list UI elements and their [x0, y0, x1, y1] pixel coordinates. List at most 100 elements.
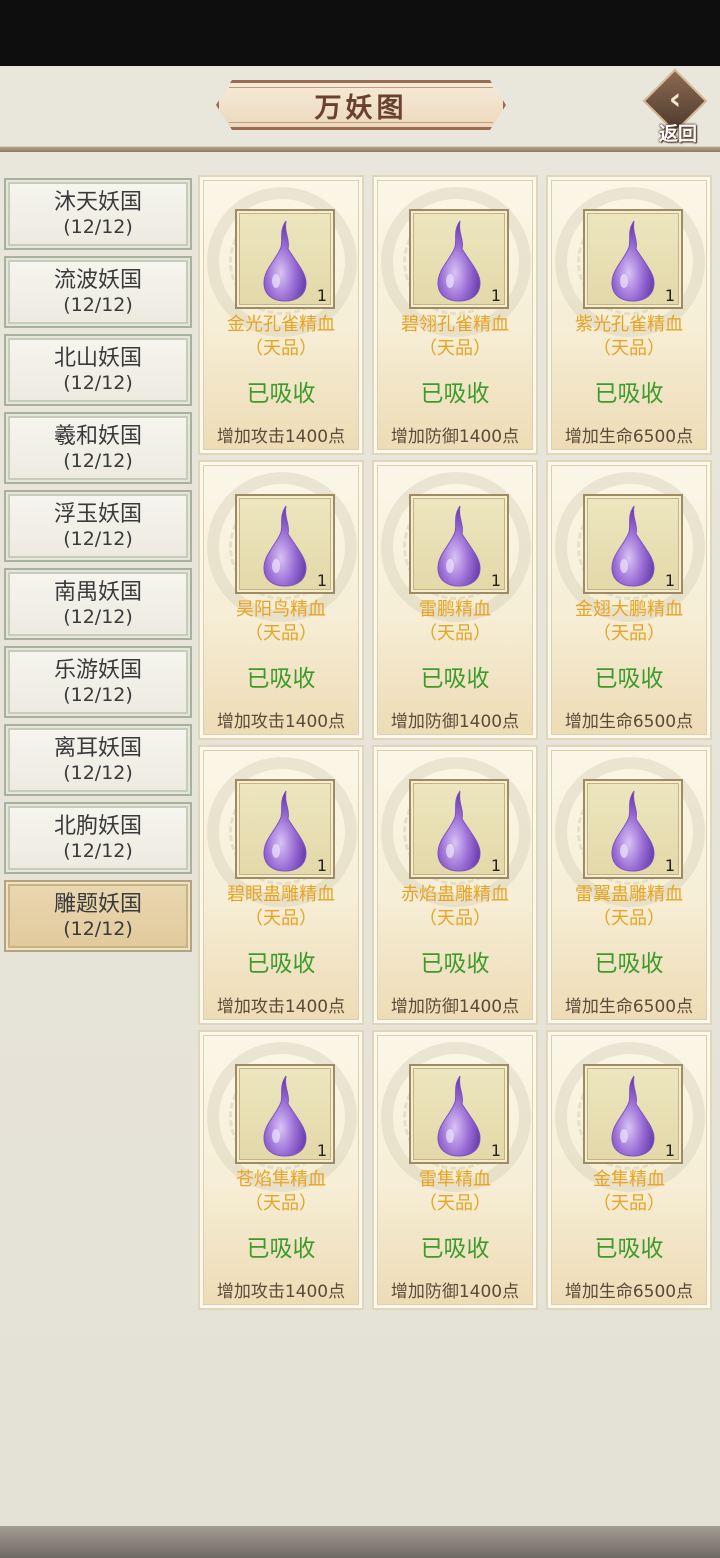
essence-card[interactable]: 1 金光孔雀精血 （天品） 已吸收 增加攻击1400点: [198, 175, 364, 455]
sidebar-item-count: (12/12): [63, 606, 133, 628]
sidebar-item-1[interactable]: 流波妖国 (12/12): [4, 256, 192, 328]
item-slot[interactable]: 1: [235, 779, 335, 879]
game-screen: 万妖图 ‹ 返回 沐天妖国 (12/12) 流波妖国 (12/12) 北山妖国 (12/1…: [0, 0, 720, 1558]
stat-bonus: 增加生命6500点: [564, 997, 694, 1017]
item-grade: （天品）: [245, 623, 317, 644]
item-name: 金光孔雀精血: [227, 314, 335, 335]
stat-bonus: 增加防御1400点: [390, 712, 520, 732]
item-slot[interactable]: 1: [409, 209, 509, 309]
essence-card[interactable]: 1 雷鹏精血 （天品） 已吸收 增加防御1400点: [372, 460, 538, 740]
status-bar-area: [0, 0, 720, 66]
back-button[interactable]: ‹ 返回: [640, 68, 710, 145]
item-quantity: 1: [664, 856, 675, 875]
item-slot[interactable]: 1: [409, 1064, 509, 1164]
stat-bonus: 增加攻击1400点: [216, 427, 346, 447]
sidebar-item-count: (12/12): [63, 294, 133, 316]
item-quantity: 1: [664, 1141, 675, 1160]
sidebar-item-count: (12/12): [63, 450, 133, 472]
item-slot[interactable]: 1: [583, 1064, 683, 1164]
stat-bonus: 增加防御1400点: [390, 1282, 520, 1302]
item-name: 赤焰蛊雕精血: [401, 884, 509, 905]
essence-card[interactable]: 1 赤焰蛊雕精血 （天品） 已吸收增加防御1400点: [372, 745, 538, 1025]
absorb-status: 已吸收: [594, 666, 664, 692]
item-name: 金翅大鹏精血: [575, 599, 683, 620]
absorb-status: 已吸收: [594, 951, 664, 977]
essence-card[interactable]: 1 金隼精血 （天品） 已吸收 增加生命6500点: [546, 1030, 712, 1310]
item-slot[interactable]: 1: [235, 494, 335, 594]
essence-card[interactable]: 1 碧眼蛊雕精血 （天品） 已吸收 增加攻击1400点: [198, 745, 364, 1025]
sidebar-item-label: 离耳妖国: [53, 736, 142, 761]
item-slot[interactable]: 1: [583, 494, 683, 594]
page-title: 万妖图: [314, 92, 408, 124]
item-slot[interactable]: 1: [583, 209, 683, 309]
item-name: 雷隼精血: [419, 1169, 491, 1190]
sidebar-item-label: 雕题妖国: [53, 892, 142, 917]
item-slot[interactable]: 1: [235, 1064, 335, 1164]
absorb-status: 已吸收: [246, 381, 316, 407]
sidebar-item-5[interactable]: 南禺妖国 (12/12): [4, 568, 192, 640]
stat-bonus: 增加攻击1400点: [216, 997, 346, 1017]
essence-card[interactable]: 1 苍焰隼精血 （天品） 已吸收 增加攻击1400点: [198, 1030, 364, 1310]
sidebar-item-2[interactable]: 北山妖国 (12/12): [4, 334, 192, 406]
item-quantity: 1: [490, 286, 501, 305]
stat-bonus: 增加生命6500点: [564, 427, 694, 447]
item-slot[interactable]: 1: [409, 779, 509, 879]
item-name: 金隼精血: [593, 1169, 665, 1190]
sidebar-item-label: 南禺妖国: [53, 580, 142, 605]
sidebar-item-4[interactable]: 浮玉妖国 (12/12): [4, 490, 192, 562]
sidebar-item-label: 浮玉妖国: [53, 502, 142, 527]
essence-card[interactable]: 1 雷翼蛊雕精血 （天品） 已吸收增加生命6500点: [546, 745, 712, 1025]
item-grade: （天品）: [593, 908, 665, 929]
item-grade: （天品）: [593, 338, 665, 359]
title-banner: 万妖图: [216, 80, 506, 130]
item-quantity: 1: [664, 286, 675, 305]
item-quantity: 1: [664, 571, 675, 590]
item-name: 紫光孔雀精血: [575, 314, 683, 335]
item-name: 雷鹏精血: [419, 599, 491, 620]
item-grade: （天品）: [593, 1193, 665, 1214]
stat-bonus: 增加防御1400点: [390, 427, 520, 447]
stat-bonus: 增加生命6500点: [564, 712, 694, 732]
sidebar-item-label: 沐天妖国: [53, 190, 142, 215]
sidebar-item-8[interactable]: 北朐妖国 (12/12): [4, 802, 192, 874]
item-name: 雷翼蛊雕精血: [575, 884, 683, 905]
item-name: 苍焰隼精血: [236, 1169, 326, 1190]
stat-bonus: 增加防御1400点: [390, 997, 520, 1017]
absorb-status: 已吸收: [420, 951, 490, 977]
item-grade: （天品）: [419, 1193, 491, 1214]
item-name: 碧眼蛊雕精血: [227, 884, 335, 905]
sidebar-item-count: (12/12): [63, 840, 133, 862]
essence-card[interactable]: 1 金翅大鹏精血 （天品） 已吸收增加生命6500点: [546, 460, 712, 740]
stat-bonus: 增加生命6500点: [564, 1282, 694, 1302]
item-grade: （天品）: [245, 1193, 317, 1214]
back-arrow-icon: ‹: [668, 82, 682, 117]
absorb-status: 已吸收: [246, 666, 316, 692]
sidebar-item-0[interactable]: 沐天妖国 (12/12): [4, 178, 192, 250]
item-slot[interactable]: 1: [235, 209, 335, 309]
absorb-status: 已吸收: [420, 1236, 490, 1262]
sidebar-item-label: 北山妖国: [53, 346, 142, 371]
item-grade: （天品）: [419, 623, 491, 644]
sidebar-item-9[interactable]: 雕题妖国 (12/12): [4, 880, 192, 952]
essence-card[interactable]: 1 雷隼精血 （天品） 已吸收增加防御1400点: [372, 1030, 538, 1310]
item-grade: （天品）: [419, 908, 491, 929]
essence-card[interactable]: 1 紫光孔雀精血 （天品） 已吸收 增加生命6500点: [546, 175, 712, 455]
item-quantity: 1: [316, 856, 327, 875]
item-grade: （天品）: [419, 338, 491, 359]
sidebar-item-6[interactable]: 乐游妖国 (12/12): [4, 646, 192, 718]
essence-card[interactable]: 1 昊阳鸟精血 （天品） 已吸收 增加攻击1400点: [198, 460, 364, 740]
sidebar-item-3[interactable]: 羲和妖国 (12/12): [4, 412, 192, 484]
essence-card[interactable]: 1 碧翎孔雀精血 （天品） 已吸收 增加防御1400点: [372, 175, 538, 455]
item-slot[interactable]: 1: [583, 779, 683, 879]
header-divider: [0, 146, 720, 152]
sidebar-item-count: (12/12): [63, 762, 133, 784]
item-grade: （天品）: [593, 623, 665, 644]
bottom-bar: [0, 1526, 720, 1558]
item-slot[interactable]: 1: [409, 494, 509, 594]
sidebar-item-7[interactable]: 离耳妖国 (12/12): [4, 724, 192, 796]
sidebar-item-count: (12/12): [63, 528, 133, 550]
back-label: 返回: [658, 123, 697, 145]
item-name: 昊阳鸟精血: [236, 599, 326, 620]
sidebar-item-label: 乐游妖国: [53, 658, 142, 683]
sidebar-item-count: (12/12): [63, 684, 133, 706]
